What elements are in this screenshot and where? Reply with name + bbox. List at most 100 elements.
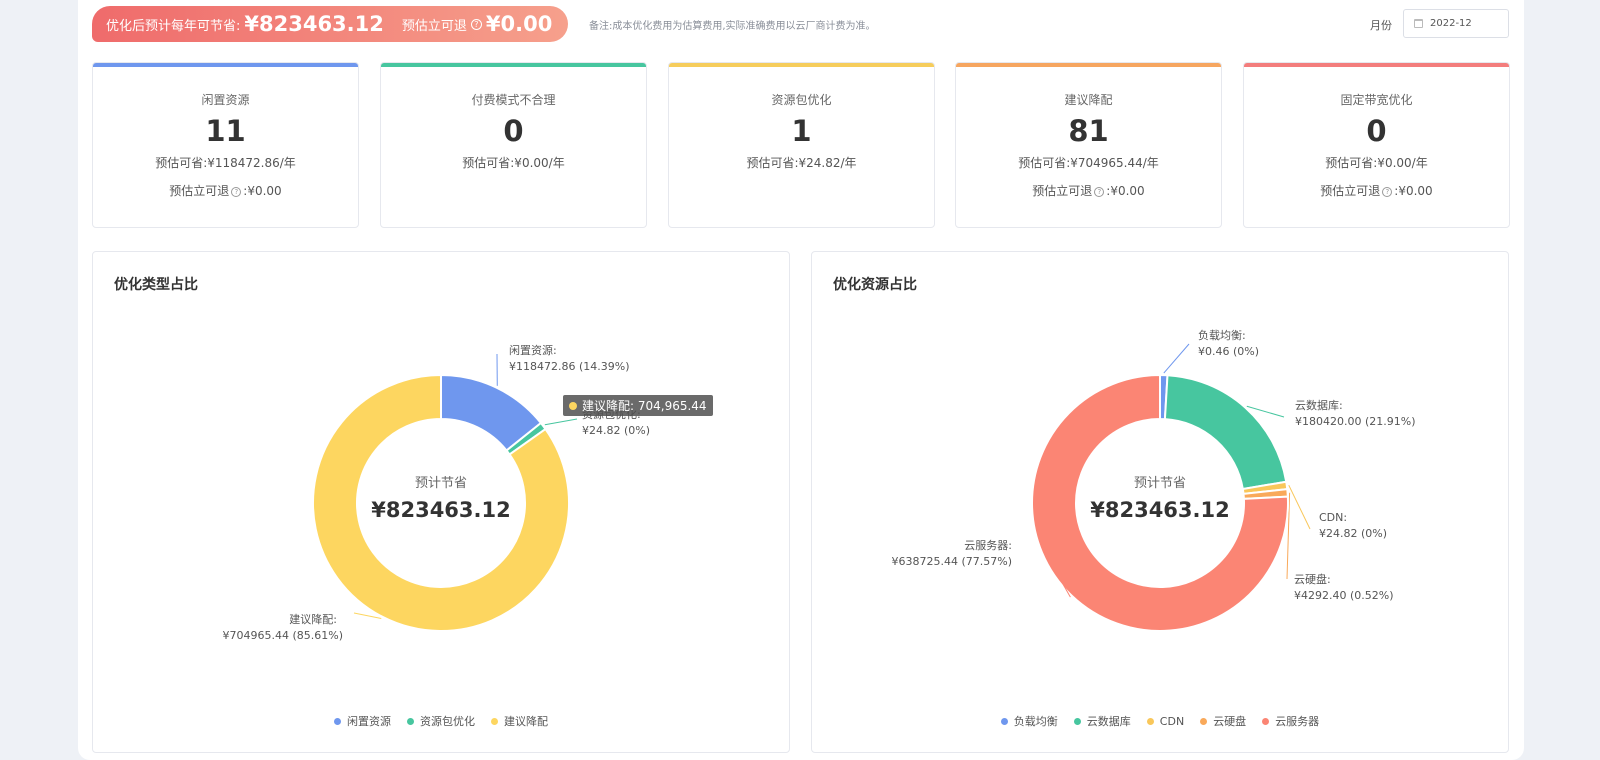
card-saving: 预估可省:¥0.00/年 — [462, 156, 565, 170]
card-package-optimization[interactable]: 资源包优化 1 预估可省:¥24.82/年 — [668, 62, 935, 228]
slice-1[interactable] — [1163, 374, 1288, 491]
card-saving: 预估可省:¥24.82/年 — [746, 156, 857, 170]
legend-dot — [1262, 717, 1270, 725]
legend-label: CDN — [1159, 714, 1185, 728]
chart-legend: 负载均衡 云数据库 CDN 云硬盘 云服务器 — [812, 713, 1508, 729]
card-accent — [1244, 63, 1509, 67]
card-count: 11 — [205, 114, 246, 148]
legend-dot — [407, 717, 414, 725]
help-icon[interactable]: ? — [231, 186, 242, 197]
month-picker[interactable]: 2022-12 — [1403, 9, 1509, 38]
center-value: ¥823463.12 — [371, 498, 510, 522]
banner-refund-label: 预估立可退 — [401, 18, 467, 34]
card-title: 闲置资源 — [201, 93, 250, 107]
banner-label: 优化后预计每年可节省: — [106, 18, 241, 34]
month-value: 2022-12 — [1430, 18, 1472, 29]
savings-banner: 优化后预计每年可节省: ¥823463.12 预估立可退 ? ¥0.00 — [92, 6, 568, 42]
slice-value-label-1: ¥24.82 (0%) — [582, 424, 650, 437]
legend-item-4[interactable]: 云服务器 — [1262, 713, 1319, 729]
donut-chart: 闲置资源:¥118472.86 (14.39%)资源包优化:¥24.82 (0%… — [222, 343, 650, 642]
slice-value-label-2: ¥704965.44 (85.61%) — [222, 629, 343, 642]
legend-dot — [334, 717, 341, 725]
cost-note: 备注:成本优化费用为估算费用,实际准确费用以云厂商计费为准。 — [589, 21, 876, 32]
legend-item-1[interactable]: 云数据库 — [1073, 713, 1131, 729]
legend-item-3[interactable]: 云硬盘 — [1200, 713, 1246, 729]
card-refund: 预估立可退?:¥0.00 — [93, 182, 358, 199]
legend-item-0[interactable]: 闲置资源 — [334, 713, 391, 729]
slice-label-2: 建议降配: — [289, 612, 337, 626]
tooltip-text: 建议降配: 704,965.44 — [582, 399, 707, 413]
leader-line-0 — [1163, 343, 1190, 374]
card-count: 1 — [791, 114, 812, 148]
slice-label-3: 云硬盘: — [1294, 572, 1331, 586]
card-billing-mode[interactable]: 付费模式不合理 0 预估可省:¥0.00/年 — [380, 62, 647, 228]
help-icon[interactable]: ? — [1094, 186, 1105, 197]
slice-value-label-3: ¥4292.40 (0.52%) — [1294, 589, 1394, 602]
card-refund-value: :¥0.00 — [1394, 184, 1433, 198]
card-title: 建议降配 — [1064, 93, 1113, 107]
slice-label-0: 闲置资源: — [509, 343, 557, 357]
legend-dot — [491, 717, 498, 725]
legend-item-1[interactable]: 资源包优化 — [407, 713, 475, 729]
legend-label: 负载均衡 — [1013, 715, 1058, 728]
card-accent — [381, 63, 646, 67]
slice-label-0: 负载均衡: — [1198, 328, 1246, 342]
optimization-resource-panel: 优化资源占比 负载均衡: ¥0.46 (0%) 云数据库: ¥180420.00 (2… — [811, 251, 1509, 753]
slice-value-label-0: ¥0.46 (0%) — [1198, 345, 1259, 358]
card-accent — [956, 63, 1221, 67]
card-saving: 预估可省:¥704965.44/年 — [1018, 156, 1159, 170]
slice-value-label-1: ¥180420.00 (21.91%) — [1295, 415, 1416, 428]
card-refund-value: :¥0.00 — [243, 184, 282, 198]
card-refund: 预估立可退?:¥0.00 — [956, 182, 1221, 199]
card-downgrade[interactable]: 建议降配 81 预估可省:¥704965.44/年 预估立可退?:¥0.00 — [955, 62, 1222, 228]
card-refund-label: 预估立可退 — [1320, 184, 1381, 198]
legend-dot — [1000, 717, 1008, 725]
slice-label-1: 云数据库: — [1295, 398, 1343, 412]
legend-label: 闲置资源 — [347, 715, 391, 728]
help-icon[interactable]: ? — [1382, 186, 1393, 197]
tooltip-dot — [569, 401, 577, 410]
card-title: 资源包优化 — [771, 93, 832, 107]
legend-label: 云服务器 — [1275, 715, 1320, 728]
card-saving: 预估可省:¥118472.86/年 — [155, 156, 296, 170]
card-bandwidth[interactable]: 固定带宽优化 0 预估可省:¥0.00/年 预估立可退?:¥0.00 — [1243, 62, 1510, 228]
slice-label-2: CDN: — [1319, 511, 1347, 524]
card-title: 固定带宽优化 — [1340, 93, 1413, 107]
legend-item-0[interactable]: 负载均衡 — [1000, 713, 1058, 729]
month-label: 月份 — [1370, 19, 1392, 32]
legend-dot — [1146, 717, 1154, 725]
card-refund-label: 预估立可退 — [169, 184, 230, 198]
legend-dot — [1200, 717, 1208, 725]
leader-line-2 — [1288, 484, 1311, 530]
banner-refund-value: ¥0.00 — [485, 12, 553, 36]
center-value: ¥823463.12 — [1090, 498, 1229, 522]
legend-label: 云数据库 — [1086, 715, 1131, 728]
legend-label: 资源包优化 — [420, 715, 475, 728]
legend-label: 云硬盘 — [1213, 715, 1247, 728]
calendar-icon — [1414, 19, 1423, 28]
card-count: 0 — [503, 114, 524, 148]
card-count: 0 — [1366, 114, 1387, 148]
chart-legend: 闲置资源 资源包优化 建议降配 — [93, 713, 789, 729]
center-label: 预计节省 — [415, 476, 467, 491]
slice-label-4: 云服务器: — [964, 539, 1012, 552]
legend-label: 建议降配 — [504, 715, 548, 728]
banner-savings-value: ¥823463.12 — [244, 12, 384, 36]
legend-item-2[interactable]: 建议降配 — [491, 713, 548, 729]
card-accent — [669, 63, 934, 67]
slice-value-label-4: ¥638725.44 (77.57%) — [891, 555, 1012, 568]
optimization-type-panel: 优化类型占比 闲置资源:¥118472.86 (14.39%)资源包优化:¥24… — [92, 251, 790, 753]
legend-item-2[interactable]: CDN — [1146, 713, 1185, 729]
card-accent — [93, 63, 358, 67]
help-icon[interactable]: ? — [470, 18, 482, 30]
slice-value-label-0: ¥118472.86 (14.39%) — [509, 360, 630, 373]
card-refund-value: :¥0.00 — [1106, 184, 1145, 198]
card-idle-resources[interactable]: 闲置资源 11 预估可省:¥118472.86/年 预估立可退?:¥0.00 — [92, 62, 359, 228]
card-count: 81 — [1068, 114, 1109, 148]
card-refund: 预估立可退?:¥0.00 — [1244, 182, 1509, 199]
card-refund-label: 预估立可退 — [1032, 184, 1093, 198]
chart-tooltip: 建议降配: 704,965.44 — [563, 395, 713, 416]
center-label: 预计节省 — [1134, 476, 1186, 491]
donut-chart: 负载均衡: ¥0.46 (0%) 云数据库: ¥180420.00 (21.91%) C… — [891, 328, 1416, 632]
leader-line-1 — [544, 418, 578, 426]
